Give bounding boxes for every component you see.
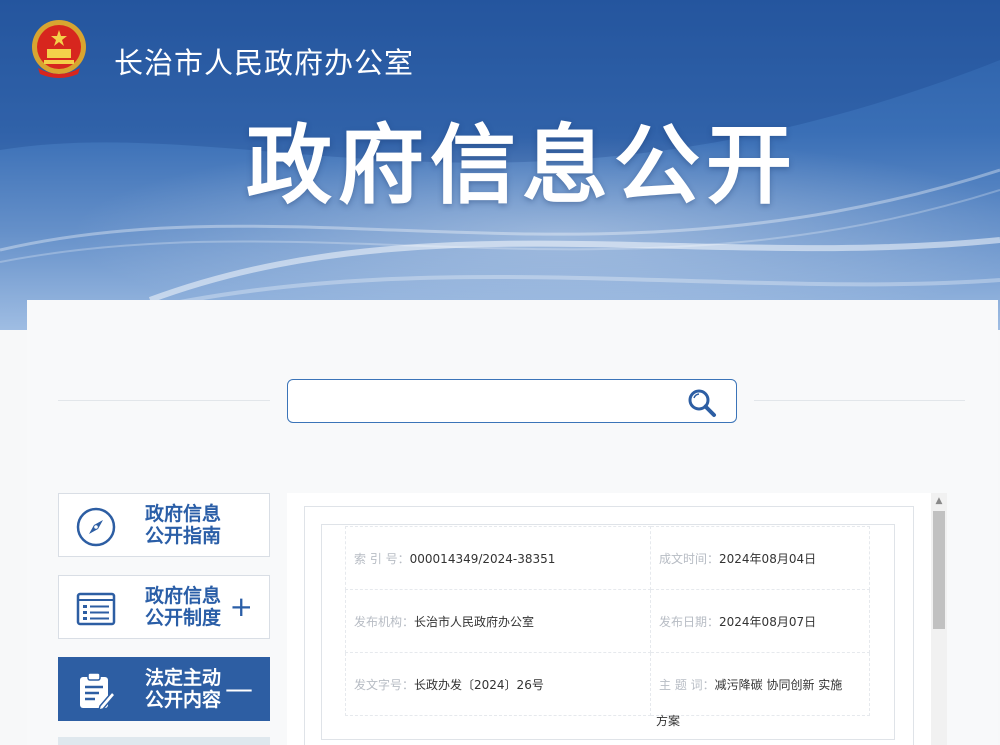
meta-label: 成文时间：: [659, 551, 720, 566]
meta-cell-issuer: 发布机构：长治市人民政府办公室: [345, 589, 651, 653]
search-bar: [287, 379, 737, 423]
menu-label-line2: 公开制度: [144, 607, 221, 629]
meta-label: 主 题 词：: [659, 677, 715, 692]
divider-right: [754, 400, 965, 401]
meta-cell-publish-date: 发布日期：2024年08月07日: [650, 589, 870, 653]
menu-label-line1: 法定主动: [144, 667, 221, 689]
page-title: 政府信息公开: [246, 116, 798, 216]
menu-label-line2: 公开指南: [144, 525, 221, 547]
meta-value: 000014349/2024-38351: [409, 551, 556, 566]
meta-value: 2024年08月04日: [719, 551, 817, 566]
collapse-minus-icon[interactable]: —: [225, 674, 253, 704]
meta-label: 发布日期：: [659, 614, 720, 629]
vertical-scrollbar[interactable]: ▲: [931, 493, 947, 745]
compass-icon: [76, 507, 116, 547]
menu-item-disclosure-guide[interactable]: 政府信息 公开指南: [58, 493, 270, 557]
meta-cell-doc-no: 发文字号：长政办发〔2024〕26号: [345, 652, 651, 716]
menu-label: 政府信息 公开指南: [133, 503, 233, 547]
meta-label: 索 引 号：: [354, 551, 410, 566]
document-meta-table: 索 引 号：000014349/2024-38351 成文时间：2024年08月…: [345, 526, 870, 716]
search-icon[interactable]: [686, 387, 718, 419]
meta-value: 减污降碳 协同创新 实施: [714, 677, 843, 692]
agency-name: 长治市人民政府办公室: [114, 46, 415, 80]
clipboard-edit-icon: [80, 672, 117, 712]
scrollbar-thumb[interactable]: [933, 511, 945, 629]
table-row: 发文字号：长政办发〔2024〕26号 主 题 词：减污降碳 协同创新 实施: [345, 652, 870, 716]
meta-value: 长治市人民政府办公室: [414, 614, 535, 629]
list-icon: [76, 592, 116, 626]
divider-left: [58, 400, 270, 401]
meta-label: 发文字号：: [354, 677, 415, 692]
menu-item-statutory-disclosure[interactable]: 法定主动 公开内容 —: [58, 657, 270, 721]
menu-label: 政府信息 公开制度: [133, 585, 233, 629]
table-row: 发布机构：长治市人民政府办公室 发布日期：2024年08月07日: [345, 589, 870, 653]
meta-label: 发布机构：: [354, 614, 415, 629]
menu-label-line1: 政府信息: [144, 585, 221, 607]
meta-value-wrap: 方案: [656, 714, 681, 728]
menu-item-partial[interactable]: [58, 737, 270, 745]
table-row: 索 引 号：000014349/2024-38351 成文时间：2024年08月…: [345, 526, 870, 590]
meta-value: 长政办发〔2024〕26号: [414, 677, 544, 692]
meta-cell-subject: 主 题 词：减污降碳 协同创新 实施: [650, 652, 870, 716]
meta-cell-index-no: 索 引 号：000014349/2024-38351: [345, 526, 651, 590]
menu-label: 法定主动 公开内容: [133, 667, 233, 711]
search-input[interactable]: [298, 386, 678, 416]
scroll-up-arrow-icon[interactable]: ▲: [931, 493, 947, 509]
header-banner: 长治市人民政府办公室 政府信息公开: [0, 0, 1000, 330]
menu-label-line1: 政府信息: [144, 503, 221, 525]
expand-plus-icon[interactable]: +: [230, 592, 253, 622]
national-emblem-icon: [32, 20, 86, 78]
meta-cell-written-date: 成文时间：2024年08月04日: [650, 526, 870, 590]
menu-label-line2: 公开内容: [144, 689, 221, 711]
meta-value: 2024年08月07日: [719, 614, 817, 629]
menu-item-disclosure-rules[interactable]: 政府信息 公开制度 +: [58, 575, 270, 639]
